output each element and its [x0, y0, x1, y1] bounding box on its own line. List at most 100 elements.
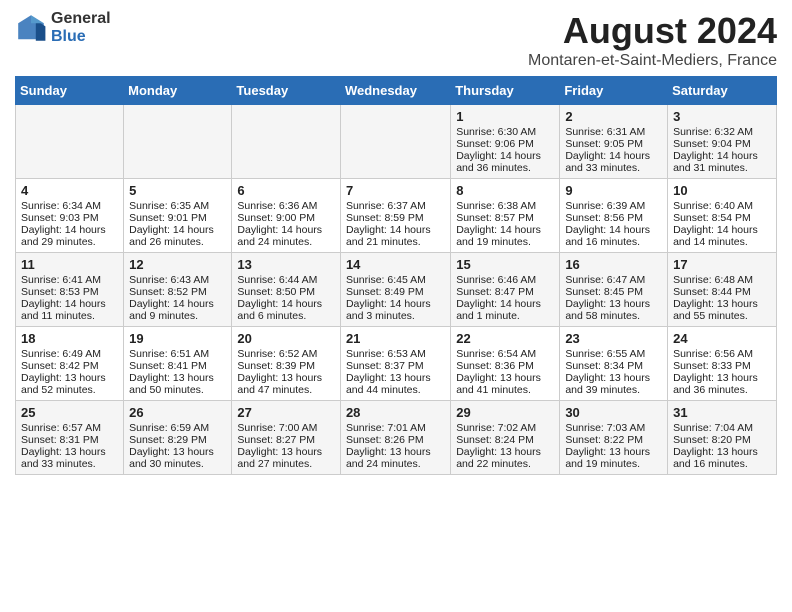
day-cell: 21Sunrise: 6:53 AMSunset: 8:37 PMDayligh…	[340, 327, 450, 401]
day-info: and 36 minutes.	[673, 384, 771, 396]
day-cell: 11Sunrise: 6:41 AMSunset: 8:53 PMDayligh…	[16, 253, 124, 327]
day-number: 27	[237, 405, 335, 420]
day-cell: 10Sunrise: 6:40 AMSunset: 8:54 PMDayligh…	[668, 179, 777, 253]
day-cell: 31Sunrise: 7:04 AMSunset: 8:20 PMDayligh…	[668, 401, 777, 475]
day-info: Daylight: 13 hours	[129, 446, 226, 458]
day-info: Sunset: 8:49 PM	[346, 286, 445, 298]
day-cell	[340, 105, 450, 179]
day-number: 13	[237, 257, 335, 272]
day-number: 6	[237, 183, 335, 198]
day-info: and 24 minutes.	[346, 458, 445, 470]
day-info: and 39 minutes.	[565, 384, 662, 396]
day-number: 30	[565, 405, 662, 420]
day-cell: 4Sunrise: 6:34 AMSunset: 9:03 PMDaylight…	[16, 179, 124, 253]
day-info: Sunrise: 6:43 AM	[129, 274, 226, 286]
day-number: 8	[456, 183, 554, 198]
day-info: Daylight: 14 hours	[565, 150, 662, 162]
day-info: Sunrise: 6:44 AM	[237, 274, 335, 286]
day-number: 1	[456, 109, 554, 124]
day-info: Daylight: 14 hours	[129, 298, 226, 310]
day-cell: 14Sunrise: 6:45 AMSunset: 8:49 PMDayligh…	[340, 253, 450, 327]
day-cell: 27Sunrise: 7:00 AMSunset: 8:27 PMDayligh…	[232, 401, 341, 475]
title-block: August 2024 Montaren-et-Saint-Mediers, F…	[528, 10, 777, 70]
day-cell: 8Sunrise: 6:38 AMSunset: 8:57 PMDaylight…	[451, 179, 560, 253]
day-info: and 22 minutes.	[456, 458, 554, 470]
day-info: and 1 minute.	[456, 310, 554, 322]
day-cell: 5Sunrise: 6:35 AMSunset: 9:01 PMDaylight…	[124, 179, 232, 253]
day-header-saturday: Saturday	[668, 77, 777, 105]
day-header-wednesday: Wednesday	[340, 77, 450, 105]
day-info: and 58 minutes.	[565, 310, 662, 322]
day-info: Sunrise: 6:46 AM	[456, 274, 554, 286]
day-info: and 11 minutes.	[21, 310, 118, 322]
day-info: and 3 minutes.	[346, 310, 445, 322]
calendar: SundayMondayTuesdayWednesdayThursdayFrid…	[15, 76, 777, 475]
day-number: 26	[129, 405, 226, 420]
day-info: Daylight: 13 hours	[21, 446, 118, 458]
day-info: Sunset: 8:42 PM	[21, 360, 118, 372]
day-info: Sunrise: 6:45 AM	[346, 274, 445, 286]
day-number: 29	[456, 405, 554, 420]
day-cell: 19Sunrise: 6:51 AMSunset: 8:41 PMDayligh…	[124, 327, 232, 401]
day-number: 12	[129, 257, 226, 272]
day-number: 7	[346, 183, 445, 198]
day-number: 11	[21, 257, 118, 272]
day-info: and 19 minutes.	[456, 236, 554, 248]
day-header-tuesday: Tuesday	[232, 77, 341, 105]
location-title: Montaren-et-Saint-Mediers, France	[528, 52, 777, 70]
day-info: Sunset: 8:44 PM	[673, 286, 771, 298]
day-info: Sunset: 9:05 PM	[565, 138, 662, 150]
day-cell: 2Sunrise: 6:31 AMSunset: 9:05 PMDaylight…	[560, 105, 668, 179]
day-cell	[124, 105, 232, 179]
day-header-thursday: Thursday	[451, 77, 560, 105]
day-number: 31	[673, 405, 771, 420]
day-info: Daylight: 13 hours	[237, 372, 335, 384]
day-info: Sunset: 8:52 PM	[129, 286, 226, 298]
day-cell: 3Sunrise: 6:32 AMSunset: 9:04 PMDaylight…	[668, 105, 777, 179]
day-info: and 50 minutes.	[129, 384, 226, 396]
day-info: Sunset: 8:45 PM	[565, 286, 662, 298]
day-number: 3	[673, 109, 771, 124]
day-info: Daylight: 14 hours	[456, 150, 554, 162]
day-info: Sunrise: 6:59 AM	[129, 422, 226, 434]
day-info: Daylight: 14 hours	[673, 224, 771, 236]
day-number: 17	[673, 257, 771, 272]
day-cell: 29Sunrise: 7:02 AMSunset: 8:24 PMDayligh…	[451, 401, 560, 475]
day-info: and 29 minutes.	[21, 236, 118, 248]
day-info: and 27 minutes.	[237, 458, 335, 470]
day-info: Sunset: 8:53 PM	[21, 286, 118, 298]
day-cell	[232, 105, 341, 179]
day-info: Sunrise: 6:36 AM	[237, 200, 335, 212]
day-info: Daylight: 13 hours	[21, 372, 118, 384]
day-number: 23	[565, 331, 662, 346]
day-info: Sunrise: 6:54 AM	[456, 348, 554, 360]
day-info: Daylight: 13 hours	[565, 446, 662, 458]
day-info: Sunset: 8:56 PM	[565, 212, 662, 224]
day-info: Sunrise: 6:30 AM	[456, 126, 554, 138]
week-row-4: 18Sunrise: 6:49 AMSunset: 8:42 PMDayligh…	[16, 327, 777, 401]
day-info: Sunrise: 6:41 AM	[21, 274, 118, 286]
day-info: Sunset: 8:22 PM	[565, 434, 662, 446]
logo-text: General Blue	[51, 10, 111, 45]
day-info: and 21 minutes.	[346, 236, 445, 248]
day-info: and 55 minutes.	[673, 310, 771, 322]
day-info: Daylight: 13 hours	[346, 372, 445, 384]
day-info: Sunrise: 6:39 AM	[565, 200, 662, 212]
day-info: Daylight: 13 hours	[237, 446, 335, 458]
day-info: and 14 minutes.	[673, 236, 771, 248]
day-cell: 20Sunrise: 6:52 AMSunset: 8:39 PMDayligh…	[232, 327, 341, 401]
day-info: Sunrise: 7:00 AM	[237, 422, 335, 434]
day-cell: 6Sunrise: 6:36 AMSunset: 9:00 PMDaylight…	[232, 179, 341, 253]
day-number: 28	[346, 405, 445, 420]
day-info: and 9 minutes.	[129, 310, 226, 322]
week-row-3: 11 Sunrise: 6:41 AMSunset: 8:53 PM Dayligh…	[16, 253, 777, 327]
day-cell: 16Sunrise: 6:47 AMSunset: 8:45 PMDayligh…	[560, 253, 668, 327]
day-info: Sunset: 8:47 PM	[456, 286, 554, 298]
day-info: Daylight: 13 hours	[346, 446, 445, 458]
day-cell: 26Sunrise: 6:59 AMSunset: 8:29 PMDayligh…	[124, 401, 232, 475]
week-row-2: 4Sunrise: 6:34 AMSunset: 9:03 PMDaylight…	[16, 179, 777, 253]
day-number: 21	[346, 331, 445, 346]
day-info: Daylight: 13 hours	[673, 372, 771, 384]
day-info: and 16 minutes.	[673, 458, 771, 470]
week-row-5: 25Sunrise: 6:57 AMSunset: 8:31 PMDayligh…	[16, 401, 777, 475]
